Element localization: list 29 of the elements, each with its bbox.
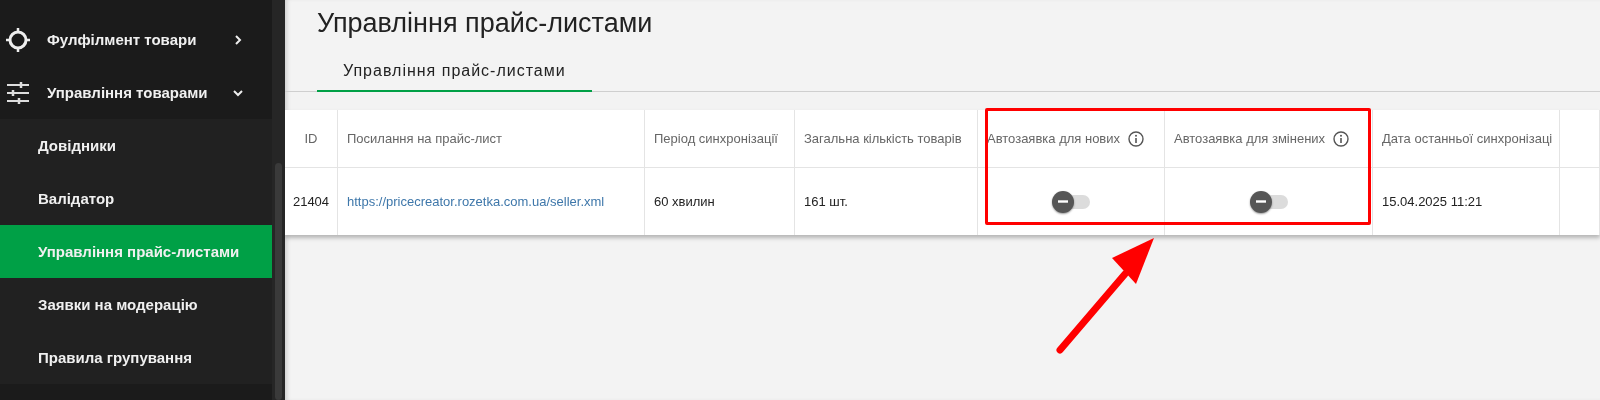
column-header: Загальна кількість товарів: [804, 131, 962, 146]
sidebar-item[interactable]: Заявки на модерацію: [0, 278, 272, 331]
table-cell: 21404: [292, 194, 330, 209]
column-header: Період синхронізації: [654, 131, 778, 146]
sidebar-item[interactable]: Валідатор: [0, 172, 272, 225]
sidebar-item[interactable]: Довідники: [0, 119, 272, 172]
sidebar-group[interactable]: Фулфілмент товари: [47, 31, 232, 48]
column-header: Автозаявка для змінених: [1174, 131, 1326, 146]
price-list-link[interactable]: https://pricecreator.rozetka.com.ua/seller.xml: [347, 194, 605, 209]
page-title: Управління прайс-листами: [317, 8, 654, 38]
column-header: Посилання на прайс-лист: [347, 131, 503, 146]
sidebar-item[interactable]: Правила групування: [0, 331, 272, 384]
sliders-icon: [5, 79, 31, 106]
table-cell: 60 хвилин: [654, 194, 715, 209]
info-icon[interactable]: [1128, 130, 1145, 147]
sidebar-group[interactable]: Управління товарами: [47, 84, 232, 101]
toggle-switch[interactable]: [1052, 190, 1090, 213]
table-cell: 15.04.2025 11:21: [1382, 194, 1483, 209]
crosshair-icon: [5, 26, 31, 53]
column-header: Дата останньої синхронізаці: [1382, 131, 1553, 146]
minus-icon: [1058, 200, 1068, 203]
chevron-right-icon[interactable]: [232, 33, 244, 46]
column-header: Автозаявка для нових: [987, 131, 1121, 146]
toggle-switch[interactable]: [1249, 190, 1288, 213]
column-header: ID: [304, 131, 318, 146]
table-cell: 161 шт.: [804, 194, 848, 209]
tab[interactable]: Управління прайс-листами: [317, 52, 592, 92]
info-icon[interactable]: [1333, 130, 1350, 147]
minus-icon: [1255, 200, 1266, 203]
